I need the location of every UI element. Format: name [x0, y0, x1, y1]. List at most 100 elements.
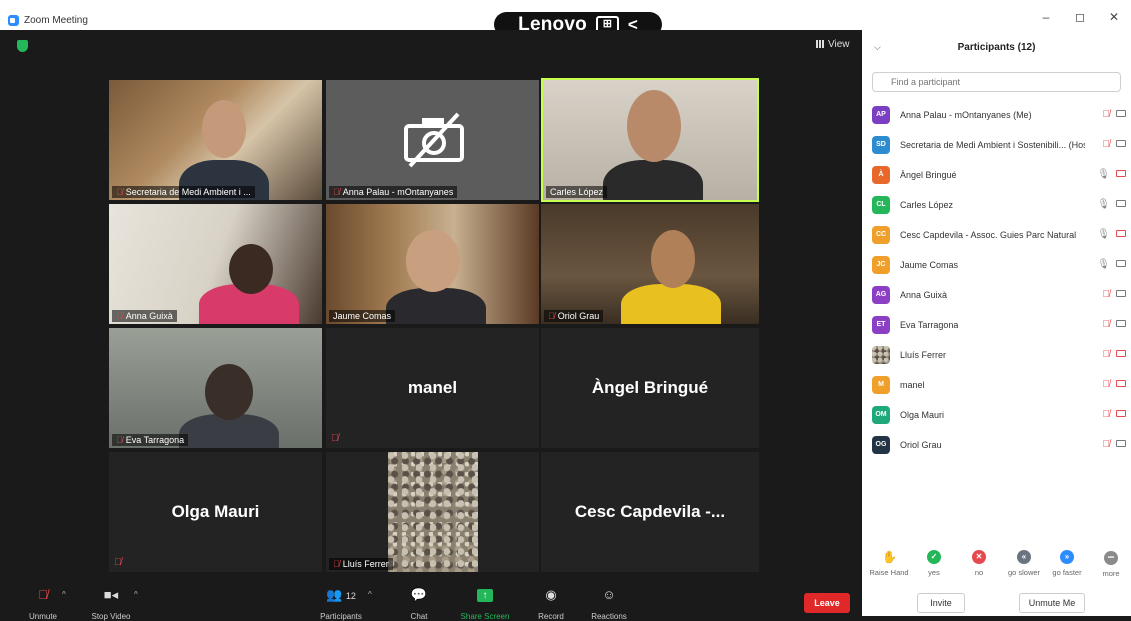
- video-camera-off-icon[interactable]: [1116, 380, 1126, 387]
- share-screen-icon: ↑: [477, 589, 493, 603]
- participant-name-display: Olga Mauri: [171, 502, 260, 521]
- meeting-toolbar: 🎙̸ ^ Unmute ■◂ ^ Stop Video 👥 12 ^ Parti…: [0, 586, 862, 621]
- mic-muted-icon[interactable]: 🎙̸: [1103, 409, 1111, 420]
- participant-row[interactable]: Lluís Ferrer 🎙̸: [872, 340, 1126, 370]
- video-tile[interactable]: 🎙̸ Lluís Ferrer: [326, 452, 539, 572]
- video-tile-active-speaker[interactable]: Carles López: [541, 78, 759, 202]
- chevron-up-icon[interactable]: ^: [62, 590, 66, 599]
- no-button[interactable]: ✕ no: [956, 550, 1002, 577]
- video-camera-icon[interactable]: [1116, 140, 1126, 147]
- video-tile[interactable]: Jaume Comas: [326, 204, 539, 324]
- participant-name-tag: Carles López: [546, 186, 608, 198]
- go-slower-button[interactable]: « go slower: [1001, 550, 1047, 577]
- video-camera-icon[interactable]: [1116, 110, 1126, 117]
- video-tile[interactable]: Cesc Capdevila -...: [541, 452, 759, 572]
- window-title: Zoom Meeting: [24, 15, 88, 26]
- participant-name: Lluís Ferrer: [900, 350, 947, 360]
- participant-status: 🎙̸: [1103, 289, 1126, 300]
- participant-search-input[interactable]: [872, 72, 1121, 92]
- participant-name: Anna Guixà: [900, 290, 948, 300]
- participant-row[interactable]: CC Cesc Capdevila - Assoc. Guies Parc Na…: [872, 220, 1126, 250]
- mic-muted-icon[interactable]: 🎙̸: [1103, 379, 1111, 390]
- panel-title: Participants (12): [957, 42, 1036, 53]
- unmute-me-button[interactable]: Unmute Me: [1019, 593, 1085, 613]
- yes-button[interactable]: ✓ yes: [911, 550, 957, 577]
- go-faster-button[interactable]: » go faster: [1044, 550, 1090, 577]
- participant-row[interactable]: ET Eva Tarragona 🎙̸: [872, 310, 1126, 340]
- participants-count: 12: [345, 591, 356, 601]
- participant-row[interactable]: CL Carles López 🎙: [872, 190, 1126, 220]
- smiley-plus-icon: ☺: [602, 587, 616, 602]
- leave-button[interactable]: Leave: [804, 593, 850, 613]
- person-shape: [603, 160, 703, 200]
- mic-muted-icon: 🎙̸: [116, 435, 123, 445]
- participant-row[interactable]: SD Secretaria de Medi Ambient i Sostenib…: [872, 130, 1126, 160]
- participant-name-tag: 🎙̸ Anna Guixà: [112, 310, 177, 322]
- video-tile[interactable]: 🎙̸ Eva Tarragona: [109, 328, 322, 448]
- video-camera-icon[interactable]: [1116, 440, 1126, 447]
- participant-name: manel: [900, 380, 925, 390]
- raise-hand-button[interactable]: ✋ Raise Hand: [866, 550, 912, 577]
- participant-row[interactable]: M manel 🎙̸: [872, 370, 1126, 400]
- mic-icon[interactable]: 🎙: [1097, 199, 1110, 210]
- participant-status: 🎙: [1097, 199, 1126, 210]
- participant-name: Àngel Bringué: [900, 170, 957, 180]
- rewind-icon: «: [1017, 550, 1031, 564]
- participant-row[interactable]: OM Olga Mauri 🎙̸: [872, 400, 1126, 430]
- video-tile[interactable]: 🎙̸ Oriol Grau: [541, 204, 759, 324]
- mic-muted-icon[interactable]: 🎙̸: [1103, 289, 1111, 300]
- video-tile[interactable]: 🎙̸ Anna Palau - mOntanyanes: [326, 80, 539, 200]
- shield-icon[interactable]: [17, 40, 28, 52]
- close-icon[interactable]: ✕: [1097, 10, 1131, 24]
- participant-row[interactable]: JC Jaume Comas 🎙: [872, 250, 1126, 280]
- mic-muted-icon: 🎙̸: [333, 559, 340, 569]
- mic-muted-icon[interactable]: 🎙̸: [1103, 109, 1111, 120]
- view-button[interactable]: View: [816, 39, 850, 50]
- video-camera-icon[interactable]: [1116, 320, 1126, 327]
- invite-button[interactable]: Invite: [917, 593, 965, 613]
- mic-muted-icon[interactable]: 🎙̸: [1103, 139, 1111, 150]
- participant-name-tag: 🎙̸ Oriol Grau: [544, 310, 604, 322]
- video-camera-off-icon[interactable]: [1116, 350, 1126, 357]
- participant-row[interactable]: AG Anna Guixà 🎙̸: [872, 280, 1126, 310]
- participant-row[interactable]: À Àngel Bringué 🎙: [872, 160, 1126, 190]
- video-camera-icon[interactable]: [1116, 200, 1126, 207]
- mic-icon[interactable]: 🎙: [1097, 259, 1110, 270]
- video-tile[interactable]: 🎙̸ Anna Guixà: [109, 204, 322, 324]
- video-camera-icon[interactable]: [1116, 260, 1126, 267]
- mic-icon[interactable]: 🎙: [1097, 169, 1110, 180]
- video-tile[interactable]: Àngel Bringué: [541, 328, 759, 448]
- avatar: À: [872, 166, 890, 184]
- video-tile[interactable]: manel 🎙̸: [326, 328, 539, 448]
- mic-muted-icon: 🎙̸: [116, 187, 123, 197]
- mic-muted-icon: 🎙̸: [114, 557, 122, 568]
- participant-name-tag: 🎙̸ Anna Palau - mOntanyanes: [329, 186, 458, 198]
- mic-icon[interactable]: 🎙: [1097, 229, 1110, 240]
- participant-row[interactable]: OG Oriol Grau 🎙̸: [872, 430, 1126, 460]
- mic-muted-icon: 🎙̸: [548, 311, 555, 321]
- video-camera-off-icon[interactable]: [1116, 170, 1126, 177]
- participant-row[interactable]: AP Anna Palau - mOntanyanes (Me) 🎙̸: [872, 100, 1126, 130]
- mic-muted-icon[interactable]: 🎙̸: [1103, 439, 1111, 450]
- minimize-icon[interactable]: –: [1029, 10, 1063, 24]
- video-camera-off-icon[interactable]: [1116, 410, 1126, 417]
- mic-muted-icon[interactable]: 🎙̸: [1103, 319, 1111, 330]
- person-shape: [229, 244, 273, 294]
- avatar: OG: [872, 436, 890, 454]
- participant-name: Secretaria de Medi Ambient i Sostenibili…: [900, 140, 1085, 150]
- chevron-up-icon[interactable]: ^: [368, 590, 372, 599]
- participant-name-tag: 🎙̸ Lluís Ferrer: [329, 558, 393, 570]
- video-tile[interactable]: 🎙̸ Secretaria de Medi Ambient i ...: [109, 80, 322, 200]
- video-camera-icon[interactable]: [1116, 290, 1126, 297]
- maximize-icon[interactable]: ◻: [1063, 10, 1097, 24]
- chevron-up-icon[interactable]: ^: [134, 590, 138, 599]
- video-tile[interactable]: Olga Mauri 🎙̸: [109, 452, 322, 572]
- video-camera-off-icon[interactable]: [1116, 230, 1126, 237]
- more-icon: •••: [1104, 551, 1118, 565]
- check-icon: ✓: [927, 550, 941, 564]
- participant-status: 🎙̸: [1103, 139, 1126, 150]
- mic-muted-icon[interactable]: 🎙̸: [1103, 349, 1111, 360]
- more-button[interactable]: ••• more: [1088, 550, 1131, 578]
- participant-status: 🎙̸: [1103, 379, 1126, 390]
- participant-name-tag: 🎙̸ Eva Tarragona: [112, 434, 189, 446]
